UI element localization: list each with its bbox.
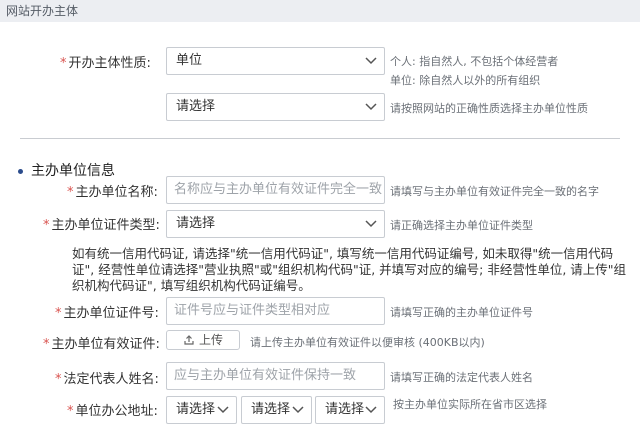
entity-nature-hint-2: 单位: 除自然人以外的所有组织 <box>390 74 541 87</box>
required-mark: * <box>67 185 74 200</box>
city-select[interactable]: 请选择 <box>241 396 312 424</box>
entity-nature-select-value: 单位 <box>176 53 203 68</box>
bullet-icon <box>18 168 23 174</box>
divider <box>20 138 620 139</box>
district-select-value: 请选择 <box>325 402 365 417</box>
entity-nature-hint-1: 个人: 指自然人, 不包括个体经营者 <box>390 55 559 68</box>
cert-type-label: * 主办单位证件类型: <box>43 214 160 233</box>
office-address-hint: 按主办单位实际所在省市区选择 <box>393 398 547 411</box>
unit-name-label-text: 主办单位名称: <box>75 185 158 200</box>
unit-nature-select-value: 请选择 <box>176 99 216 114</box>
required-mark: * <box>60 56 67 71</box>
section-title: 主办单位信息 <box>18 160 115 180</box>
chevron-down-icon <box>365 57 377 65</box>
cert-number-hint: 请填写正确的主办单位证件号 <box>390 306 533 319</box>
upload-icon <box>184 335 194 345</box>
legal-rep-hint: 请填写正确的法定代表人姓名 <box>390 371 533 384</box>
chevron-down-icon <box>365 406 377 414</box>
upload-button-label: 上传 <box>198 333 223 347</box>
chevron-down-icon <box>292 406 304 414</box>
chevron-down-icon <box>365 220 377 228</box>
cert-type-label-text: 主办单位证件类型: <box>51 218 160 233</box>
required-mark: * <box>43 218 50 233</box>
province-select-value: 请选择 <box>176 402 216 417</box>
cert-number-label: * 主办单位证件号: <box>55 302 159 321</box>
unit-nature-select[interactable]: 请选择 <box>166 93 385 121</box>
cert-number-label-text: 主办单位证件号: <box>63 306 159 321</box>
unit-name-hint: 请填写与主办单位有效证件完全一致的名字 <box>390 185 599 198</box>
chevron-down-icon <box>217 406 229 414</box>
unit-nature-hint: 请按照网站的正确性质选择主办单位性质 <box>390 102 588 115</box>
city-select-value: 请选择 <box>251 402 291 417</box>
unit-name-label: * 主办单位名称: <box>67 181 158 200</box>
required-mark: * <box>55 372 62 387</box>
cert-type-note: 如有统一信用代码证, 请选择"统一信用代码证", 填写统一信用代码证编号, 如未… <box>72 246 627 293</box>
cert-type-select-value: 请选择 <box>176 216 216 231</box>
unit-name-input[interactable]: 名称应与主办单位有效证件完全一致 <box>166 176 385 204</box>
cert-upload-label-text: 主办单位有效证件: <box>51 337 160 352</box>
legal-rep-input[interactable]: 应与主办单位有效证件保持一致 <box>166 362 385 390</box>
chevron-down-icon <box>365 103 377 111</box>
cert-type-hint: 请正确选择主办单位证件类型 <box>390 219 533 232</box>
section-header: 网站开办主体 <box>0 0 640 22</box>
upload-button[interactable]: 上传 <box>166 330 240 350</box>
legal-rep-label: * 法定代表人姓名: <box>55 368 159 387</box>
entity-nature-select[interactable]: 单位 <box>166 47 385 75</box>
required-mark: * <box>43 337 50 352</box>
entity-nature-label-text: 开办主体性质: <box>68 56 151 71</box>
province-select[interactable]: 请选择 <box>166 396 237 424</box>
district-select[interactable]: 请选择 <box>315 396 385 424</box>
cert-type-select[interactable]: 请选择 <box>166 210 385 238</box>
section-title-text: 主办单位信息 <box>31 163 115 179</box>
required-mark: * <box>67 404 74 419</box>
cert-upload-hint: 请上传主办单位有效证件以便审核 (400KB以内) <box>250 336 485 349</box>
office-address-label-text: 单位办公地址: <box>75 404 158 419</box>
required-mark: * <box>55 306 62 321</box>
entity-nature-label: * 开办主体性质: <box>60 52 151 71</box>
cert-upload-label: * 主办单位有效证件: <box>43 333 160 352</box>
office-address-label: * 单位办公地址: <box>67 400 158 419</box>
cert-number-input[interactable]: 证件号应与证件类型相对应 <box>166 297 385 325</box>
legal-rep-label-text: 法定代表人姓名: <box>63 372 159 387</box>
